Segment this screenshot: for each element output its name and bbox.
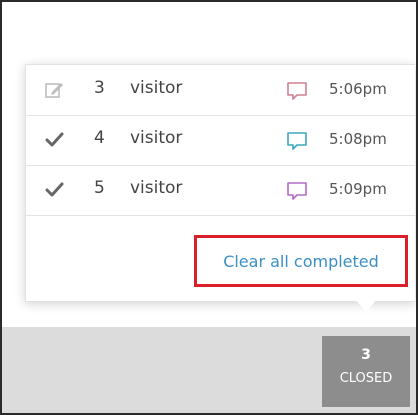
chat-bubble-icon [287,182,307,200]
chat-number: 3 [94,78,105,98]
clear-all-completed-link[interactable]: Clear all completed [194,235,408,287]
check-icon [45,182,64,197]
visitor-name: visitor [130,178,183,198]
chat-bubble-icon [287,132,307,150]
closed-chats-tab[interactable]: 3 CLOSED [322,336,410,407]
chat-time: 5:06pm [329,80,387,98]
list-item[interactable]: 4 visitor 5:08pm [26,115,415,166]
popup-caret [354,298,378,312]
chat-time: 5:09pm [329,180,387,198]
visitor-name: visitor [130,78,183,98]
chat-window: 3 visitor 5:06pm 4 visitor 5:08pm 5 visi… [0,0,418,415]
chat-number: 5 [94,178,105,198]
chat-number: 4 [94,128,105,148]
list-item[interactable]: 3 visitor 5:06pm [26,65,415,116]
chat-time: 5:08pm [329,130,387,148]
closed-label: CLOSED [339,371,393,386]
check-icon [45,132,64,147]
edit-icon [45,83,63,98]
closed-count: 3 [361,347,371,363]
visitor-name: visitor [130,128,183,148]
list-item[interactable]: 5 visitor 5:09pm [26,165,415,216]
chat-bubble-icon [287,82,307,100]
